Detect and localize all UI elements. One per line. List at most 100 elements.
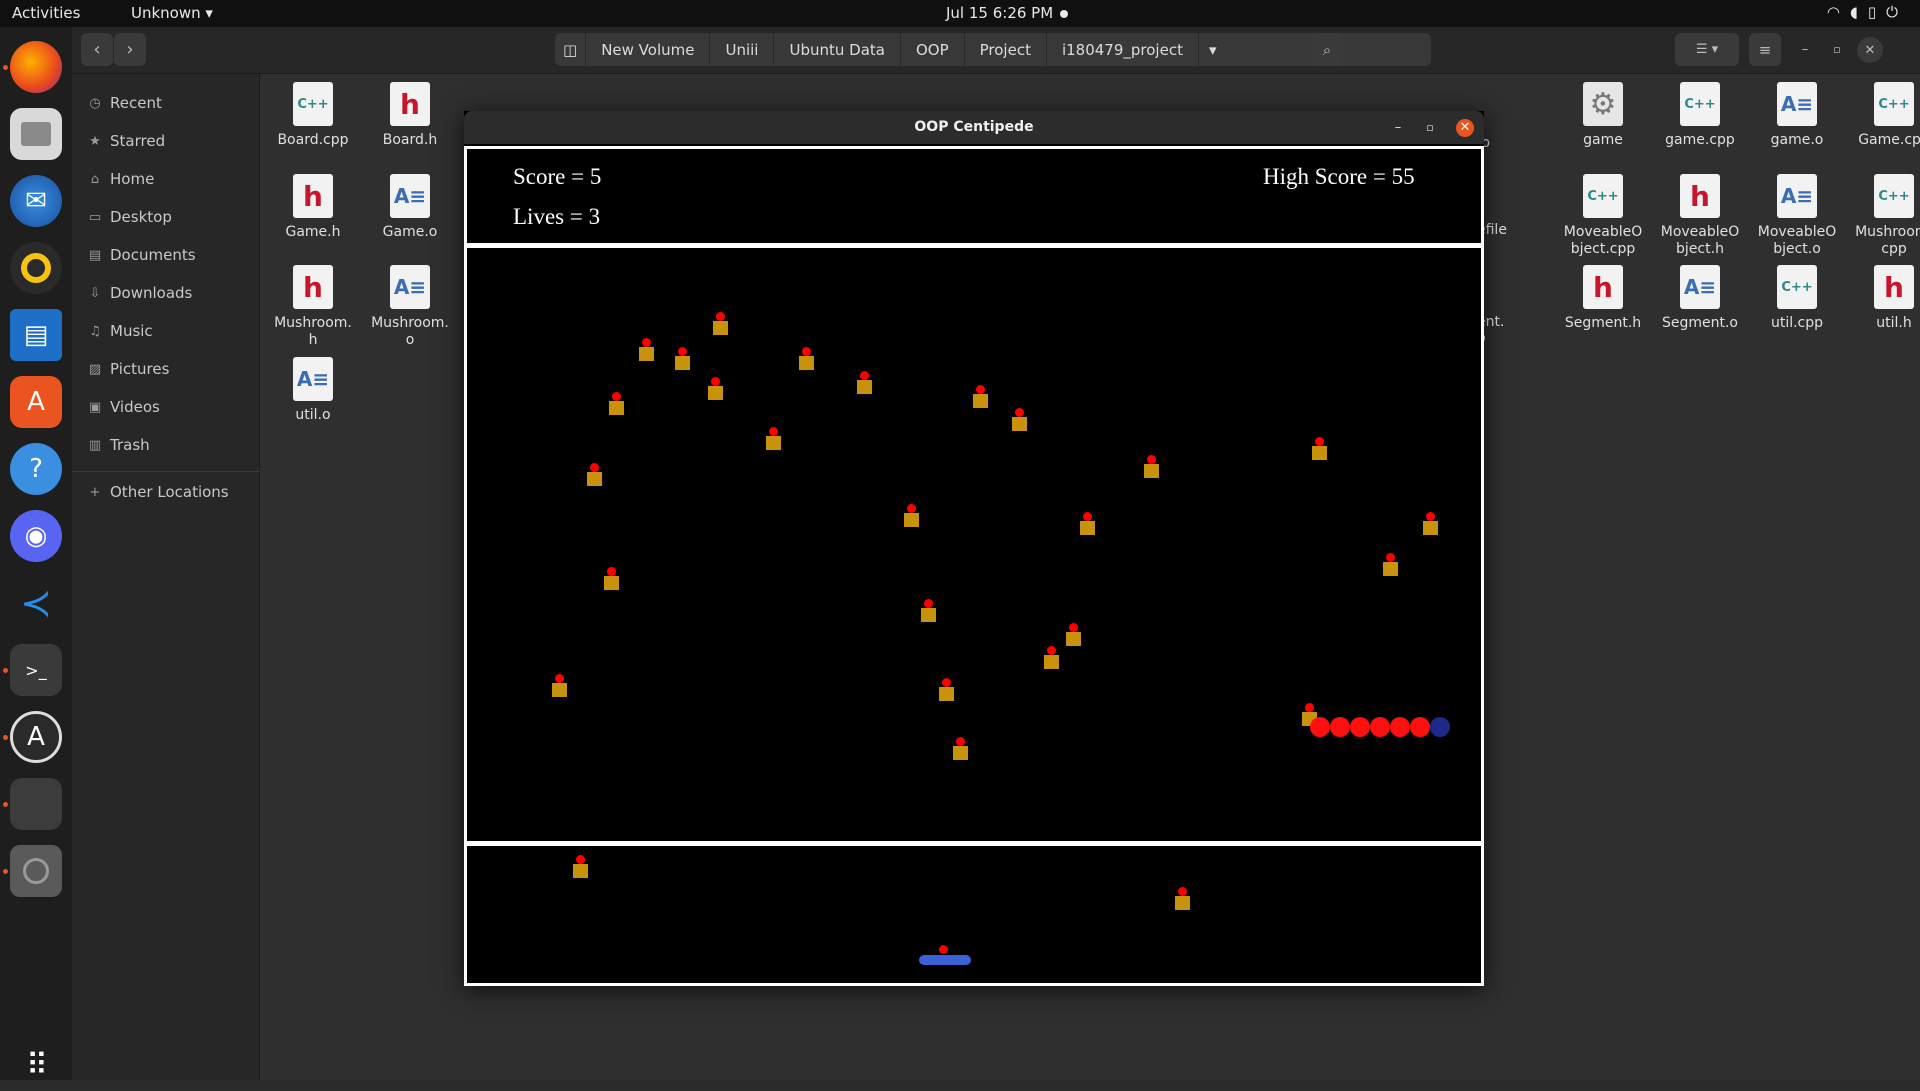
sidebar-item-music[interactable]: ♫ Music: [86, 320, 153, 342]
back-button[interactable]: ‹: [81, 33, 113, 66]
o-file-icon: A≡: [1680, 265, 1720, 309]
close-button[interactable]: ✕: [1857, 37, 1883, 63]
mushroom: [1080, 512, 1095, 535]
file-item[interactable]: h MoveableO bject.h: [1653, 174, 1747, 258]
mushroom: [573, 855, 588, 878]
activities-button[interactable]: Activities: [12, 4, 80, 22]
clock-icon: ◷: [89, 95, 101, 111]
file-item[interactable]: h Mushroom. h: [266, 265, 360, 349]
sidebar-item-starred[interactable]: ★ Starred: [86, 130, 165, 152]
forward-button[interactable]: ›: [114, 33, 146, 66]
breadcrumb-item[interactable]: Project: [965, 33, 1047, 66]
close-button[interactable]: ✕: [1456, 119, 1474, 137]
clock[interactable]: Jul 15 6:26 PM: [946, 4, 1053, 22]
libreoffice-writer-icon[interactable]: ▤: [10, 309, 62, 361]
running-indicator: [3, 869, 8, 874]
cpp-file-icon: C++: [1874, 82, 1914, 126]
running-app-icon[interactable]: [10, 778, 62, 830]
file-name: MoveableO bject.cpp: [1563, 224, 1643, 257]
breadcrumb-item[interactable]: i180479_project: [1047, 33, 1199, 66]
rhythmbox-icon[interactable]: [10, 242, 62, 294]
file-item[interactable]: A≡ Segment.o: [1653, 265, 1747, 332]
o-file-icon: A≡: [390, 265, 430, 309]
breadcrumb-item[interactable]: Uniii: [710, 33, 775, 66]
app-center-icon[interactable]: A: [10, 376, 62, 428]
vscode-icon[interactable]: ≺: [10, 577, 62, 629]
sidebar-item-label: Other Locations: [110, 483, 229, 501]
plus-icon: +: [89, 484, 101, 500]
file-name: Board.cpp: [277, 132, 349, 148]
file-item[interactable]: C++ Board.cpp: [266, 82, 360, 149]
view-toggle-button[interactable]: ☰ ▾: [1675, 33, 1739, 66]
file-name: util.cpp: [1770, 315, 1824, 331]
header-bar: ‹ › ◫ New Volume Uniii Ubuntu Data OOP P…: [72, 27, 1920, 74]
document-icon: ▤: [88, 247, 102, 263]
desktop-icon: ▭: [88, 209, 102, 225]
file-name: util.o: [295, 407, 331, 423]
score-label: Score = 5: [513, 164, 602, 189]
player-blaster: [919, 955, 971, 965]
breadcrumb-item[interactable]: New Volume: [586, 33, 711, 66]
exe-file-icon: ⚙: [1583, 82, 1623, 126]
maximize-button[interactable]: ▫: [1823, 33, 1851, 66]
disc-icon[interactable]: [10, 845, 62, 897]
discord-icon[interactable]: ◉: [10, 510, 62, 562]
file-item[interactable]: A≡ Game.o: [363, 174, 457, 241]
software-updater-icon[interactable]: A: [10, 711, 62, 763]
sidebar-item-label: Videos: [110, 398, 160, 416]
sidebar-item-home[interactable]: ⌂ Home: [86, 168, 154, 190]
sidebar-item-videos[interactable]: ▣ Videos: [86, 396, 160, 418]
sidebar-item-trash[interactable]: ▥ Trash: [86, 434, 150, 456]
terminal-icon[interactable]: >_: [10, 644, 62, 696]
app-menu[interactable]: Unknown ▾: [131, 4, 213, 22]
minimize-button[interactable]: –: [1791, 33, 1819, 66]
sidebar-item-documents[interactable]: ▤ Documents: [86, 244, 196, 266]
sidebar-item-other-locations[interactable]: + Other Locations: [86, 481, 229, 503]
file-item[interactable]: h Board.h: [363, 82, 457, 149]
cpp-file-icon: C++: [1874, 174, 1914, 218]
breadcrumb-item[interactable]: Ubuntu Data: [774, 33, 901, 66]
file-item[interactable]: ⚙ game: [1556, 82, 1650, 149]
system-tray[interactable]: ◠◖▯⏻: [1827, 3, 1908, 21]
centipede-segment: [1350, 717, 1370, 737]
file-item[interactable]: C++ Mushroom. cpp: [1847, 174, 1920, 258]
mushroom: [1312, 437, 1327, 460]
centipede-segment: [1410, 717, 1430, 737]
mushroom: [587, 463, 602, 486]
window-title: OOP Centipede: [464, 111, 1484, 144]
sidebar-item-downloads[interactable]: ⇩ Downloads: [86, 282, 193, 304]
file-name: MoveableO bject.h: [1660, 224, 1740, 257]
file-item[interactable]: h Game.h: [266, 174, 360, 241]
maximize-button[interactable]: ▫: [1421, 119, 1439, 137]
file-item[interactable]: A≡ game.o: [1750, 82, 1844, 149]
firefox-icon[interactable]: [10, 41, 62, 93]
app-grid-icon[interactable]: ⠿: [10, 1039, 62, 1091]
chevron-down-icon[interactable]: ▾: [1199, 33, 1227, 66]
centipede-segment: [1330, 717, 1350, 737]
files-icon[interactable]: [10, 108, 62, 160]
file-item[interactable]: C++ MoveableO bject.cpp: [1556, 174, 1650, 258]
search-icon[interactable]: ⌕: [1311, 33, 1343, 66]
file-item[interactable]: A≡ util.o: [266, 357, 360, 424]
sidebar-item-desktop[interactable]: ▭ Desktop: [86, 206, 172, 228]
file-name: Segment.h: [1564, 315, 1642, 331]
mushroom: [1066, 623, 1081, 646]
file-item[interactable]: A≡ MoveableO bject.o: [1750, 174, 1844, 258]
minimize-button[interactable]: –: [1389, 119, 1407, 137]
sidebar-item-recent[interactable]: ◷ Recent: [86, 92, 162, 114]
file-item[interactable]: C++ game.cpp: [1653, 82, 1747, 149]
help-icon[interactable]: ?: [10, 443, 62, 495]
file-name: MoveableO bject.o: [1757, 224, 1837, 257]
file-item[interactable]: C++ Game.cpp: [1847, 82, 1920, 149]
sidebar-item-pictures[interactable]: ▨ Pictures: [86, 358, 170, 380]
battery-icon: ▯: [1867, 3, 1887, 21]
breadcrumb: ◫ New Volume Uniii Ubuntu Data OOP Proje…: [555, 33, 1431, 66]
file-item[interactable]: A≡ Mushroom. o: [363, 265, 457, 349]
file-item[interactable]: h util.h: [1847, 265, 1920, 332]
thunderbird-icon[interactable]: ✉: [10, 175, 62, 227]
mushroom: [1044, 646, 1059, 669]
file-item[interactable]: h Segment.h: [1556, 265, 1650, 332]
breadcrumb-item[interactable]: OOP: [901, 33, 965, 66]
file-item[interactable]: C++ util.cpp: [1750, 265, 1844, 332]
menu-icon[interactable]: ≡: [1749, 33, 1781, 66]
